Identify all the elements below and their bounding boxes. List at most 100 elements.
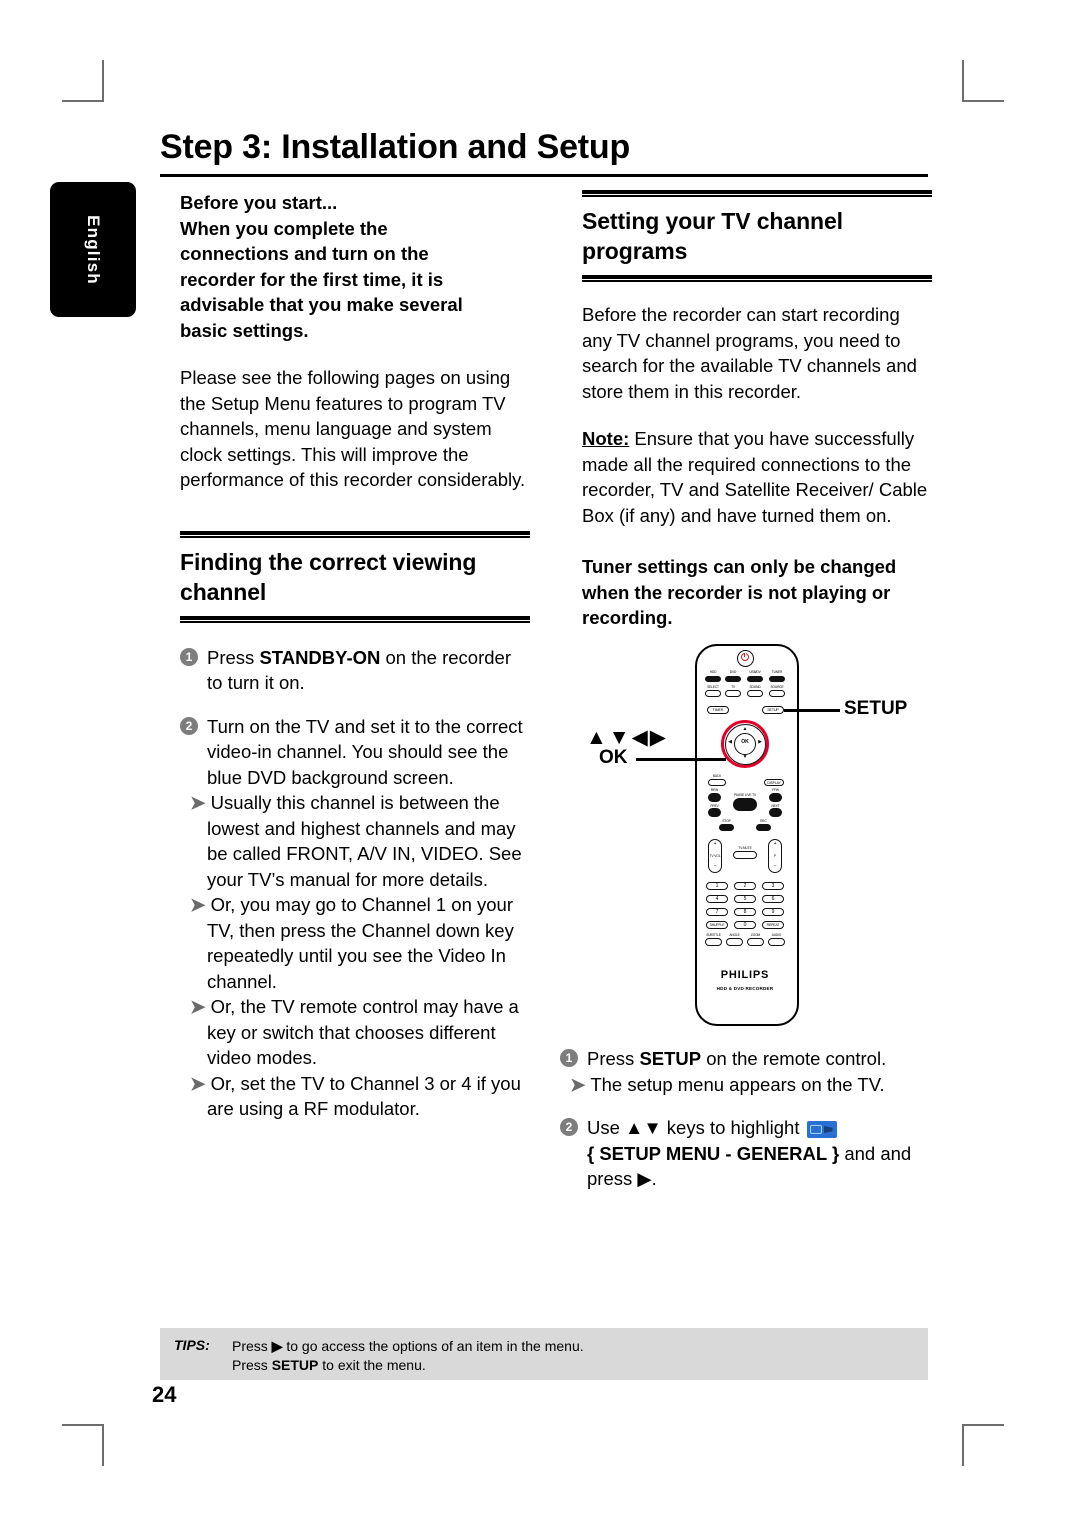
arrow-bullet-icon: ➤	[570, 1073, 586, 1095]
remote-button-usbdv	[747, 676, 763, 682]
right-step-2-keys-glyph: ▲▼	[625, 1117, 662, 1138]
tips-line-2-before: Press	[232, 1357, 272, 1373]
remote-button-audio	[768, 938, 785, 946]
right-step-2-before: Use	[587, 1117, 626, 1138]
left-step-2-text: Turn on the TV and set it to the correct…	[207, 715, 523, 788]
remote-label-angle: ANGLE	[729, 933, 740, 937]
right-intro-paragraph: Before the recorder can start recording …	[582, 304, 917, 402]
tips-line-2-key: SETUP	[271, 1357, 319, 1373]
finding-channel-section-heading: Finding the correct viewing channel	[180, 530, 530, 623]
remote-button-source	[769, 690, 785, 697]
page-title: Step 3: Installation and Setup	[160, 128, 631, 166]
note-paragraph: Note: Ensure that you have successfully …	[582, 426, 932, 528]
remote-label-ffw: FFW	[772, 788, 779, 792]
remote-button-select	[705, 690, 721, 697]
page-number: 24	[152, 1382, 177, 1407]
left-step-2-sub-4: ➤ Or, set the TV to Channel 3 or 4 if yo…	[190, 1071, 530, 1122]
remote-label-tv-mute: TV-MUTE	[738, 846, 752, 850]
tips-line-1-before: Press	[232, 1338, 272, 1354]
before-you-start-l2: When you complete the	[180, 217, 388, 239]
step-number-badge: 1	[560, 1049, 578, 1067]
remote-label-shuffle: SHUFFLE	[709, 923, 725, 927]
remote-label-tv: TV	[731, 685, 735, 689]
remote-button-hdd	[705, 676, 721, 682]
right-column: Setting your TV channel programs Before …	[582, 190, 932, 653]
right-step-1-after: on the remote control.	[701, 1048, 887, 1069]
tips-bar: TIPS: Press ▶ to go access the options o…	[160, 1328, 928, 1380]
remote-label-timer: TIMER	[712, 708, 724, 712]
before-you-start-l3: connections and turn on the	[180, 243, 429, 264]
remote-key-label-7: 7	[715, 908, 719, 915]
left-step-2: 2 Turn on the TV and set it to the corre…	[180, 714, 530, 1122]
remote-button-back	[708, 779, 726, 786]
nav-ok-label: OK	[741, 739, 749, 745]
remote-label-subtitle: SUBTITLE	[706, 933, 721, 937]
arrow-bullet-icon: ➤	[190, 996, 206, 1017]
remote-key-label-1: 1	[715, 882, 719, 889]
step-number-badge: 2	[180, 716, 198, 735]
note-text: Ensure that you have successfully made a…	[582, 428, 928, 526]
section-rule-bottom	[582, 275, 932, 282]
before-you-start-block: Before you start... When you complete th…	[180, 190, 530, 343]
remote-label-audio: AUDIO	[771, 933, 782, 937]
left-step-1: 1 Press STANDBY-ON on the recorder to tu…	[180, 645, 530, 696]
left-step-2-sub-1: ➤ Usually this channel is between the lo…	[190, 790, 530, 892]
left-step-2-sub-3-text: Or, the TV remote control may have a key…	[207, 996, 519, 1068]
arrow-keys-callout-label: ▲▼◀▶	[586, 726, 668, 749]
right-step-1-before: Press	[587, 1048, 640, 1069]
remote-button-tv-mute	[733, 851, 757, 859]
remote-button-dvd	[725, 676, 741, 682]
ok-callout-line	[636, 758, 726, 761]
remote-button-next	[769, 808, 782, 817]
remote-button-rec	[756, 824, 771, 831]
power-icon	[740, 652, 749, 661]
remote-button-tv	[725, 690, 741, 697]
remote-button-rew	[708, 793, 721, 802]
remote-key-label-5: 5	[743, 895, 747, 902]
arrow-bullet-icon: ➤	[190, 1072, 206, 1094]
right-step-1-sub-1: ➤ The setup menu appears on the TV.	[570, 1072, 932, 1098]
remote-key-label-0: 0	[743, 921, 747, 928]
nav-right-icon: ▶	[758, 739, 762, 745]
remote-label-repeat: REPEAT	[766, 923, 780, 927]
remote-label-back: BACK	[712, 774, 722, 778]
right-column-steps: 1 Press SETUP on the remote control. ➤ T…	[560, 1046, 932, 1210]
before-you-start-l4: recorder for the first time, it is	[180, 268, 444, 290]
remote-label-usbdv: USB/DV	[749, 670, 761, 674]
left-column: Before you start... When you complete th…	[180, 190, 530, 1140]
remote-key-label-9: 9	[771, 908, 775, 915]
setup-callout-label: SETUP	[844, 698, 908, 719]
tips-line-2-after: to exit the menu.	[318, 1357, 426, 1373]
nav-left-icon: ◀	[728, 739, 732, 745]
section-rule-bottom	[180, 615, 530, 623]
finding-channel-title: Finding the correct viewing channel	[180, 548, 477, 605]
tips-line-2: Press SETUP to exit the menu.	[232, 1356, 584, 1375]
remote-label-setup: SETUP	[767, 708, 779, 712]
left-step-2-sub-1-text: Usually this channel is between the lowe…	[207, 792, 522, 890]
remote-button-stop	[719, 824, 734, 831]
step-number-badge: 2	[560, 1118, 578, 1136]
remote-label-tuner: TUNER	[771, 670, 783, 674]
philips-model-label: HDD & DVD RECORDER	[716, 986, 774, 991]
right-step-2-menu-item: { SETUP MENU - GENERAL }	[587, 1142, 840, 1164]
remote-label-zoom: ZOOM	[750, 933, 761, 937]
remote-label-select: SELECT	[707, 685, 719, 689]
crop-mark-top-right	[962, 60, 1004, 102]
remote-label-hdd: HDD	[709, 670, 717, 674]
remote-key-label-3: 3	[771, 882, 775, 889]
tuner-warning: Tuner settings can only be changed when …	[582, 556, 897, 628]
left-step-1-key: STANDBY-ON	[259, 646, 381, 668]
remote-label-pause-live-tv: PAUSE LIVE TV	[734, 793, 756, 797]
remote-button-prev	[708, 808, 721, 817]
remote-label-display: DISPLAY	[767, 781, 781, 785]
remote-button-sound	[747, 690, 763, 697]
arrow-bullet-icon: ➤	[190, 792, 206, 813]
title-divider	[160, 174, 928, 177]
remote-button-subtitle	[705, 938, 722, 946]
setup-callout-line	[784, 709, 840, 712]
remote-button-play-pause	[733, 798, 757, 811]
note-label: Note:	[582, 428, 630, 449]
remote-label-next: NEXT	[771, 804, 780, 808]
right-step-1-key: SETUP	[639, 1048, 702, 1069]
right-step-2-mid: keys to highlight	[661, 1117, 805, 1138]
